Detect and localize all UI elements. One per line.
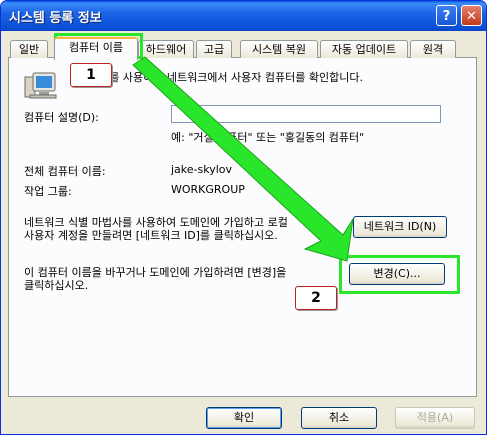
help-button[interactable]: ? (436, 5, 457, 26)
change-text-line2: 클릭하십시오. (24, 279, 89, 292)
title-bar[interactable]: 시스템 등록 정보 ? ✕ (1, 1, 486, 31)
workgroup-value: WORKGROUP (171, 183, 245, 196)
window-title: 시스템 등록 정보 (9, 11, 102, 26)
tab-automatic-updates[interactable]: 자동 업데이트 (320, 40, 408, 58)
system-properties-window: 시스템 등록 정보 ? ✕ 일반 컴퓨터 이름 하드웨어 고급 시스템 복원 자… (0, 0, 487, 435)
annotation-marker-1: 1 (70, 63, 112, 87)
description-label: 컴퓨터 설명(D): (24, 111, 99, 124)
close-button[interactable]: ✕ (461, 5, 482, 26)
annotation-marker-2: 2 (295, 286, 337, 310)
dialog-footer: 확인 취소 적용(A) (1, 399, 486, 434)
ok-button[interactable]: 확인 (206, 407, 282, 429)
description-example: 예: "거실 컴퓨터" 또는 "홍길동의 컴퓨터" (171, 131, 365, 144)
full-name-value: jake-skylov (171, 163, 233, 176)
cancel-button[interactable]: 취소 (301, 407, 377, 429)
tab-general[interactable]: 일반 (10, 40, 48, 58)
tab-hardware[interactable]: 하드웨어 (138, 40, 194, 58)
tab-system-restore[interactable]: 시스템 복원 (240, 40, 318, 58)
tab-remote[interactable]: 원격 (410, 40, 456, 58)
tab-advanced[interactable]: 고급 (196, 40, 232, 58)
computer-description-input[interactable] (171, 105, 441, 123)
network-id-text-line2: 사용자 계정을 만들려면 [네트워크 ID]를 클릭하십시오. (24, 229, 278, 242)
highlight-change-box (339, 255, 460, 294)
network-id-button[interactable]: 네트워크 ID(N) (353, 216, 447, 238)
intro-text: 정보를 사용하여 네트워크에서 사용자 컴퓨터를 확인합니다. (89, 71, 363, 84)
workgroup-label: 작업 그룹: (24, 185, 72, 198)
tab-computer-name[interactable]: 컴퓨터 이름 (54, 37, 138, 60)
apply-button[interactable]: 적용(A) (395, 407, 475, 429)
computer-icon (24, 72, 57, 99)
full-name-label: 전체 컴퓨터 이름: (24, 165, 106, 178)
